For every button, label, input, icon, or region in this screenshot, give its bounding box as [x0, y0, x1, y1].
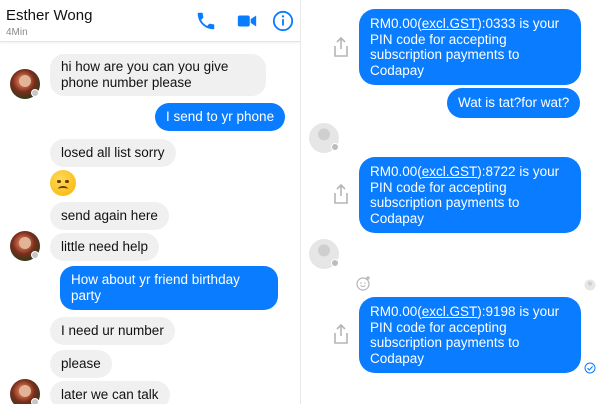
gst-link[interactable]: excl.GST — [422, 16, 478, 31]
amount-text: RM0.00( — [370, 164, 422, 179]
avatar-status-dot — [31, 89, 39, 97]
contact-name[interactable]: Esther Wong — [6, 7, 92, 24]
delivered-check-icon — [584, 362, 596, 374]
message-incoming: hi how are you can you give phone number… — [50, 54, 266, 96]
share-icon[interactable] — [331, 183, 351, 205]
phone-icon[interactable] — [195, 10, 217, 32]
message-incoming: losed all list sorry — [50, 139, 176, 167]
avatar-status-dot — [31, 398, 39, 404]
gst-link[interactable]: excl.GST — [422, 164, 478, 179]
sad-face-emoji — [50, 170, 76, 196]
message-outgoing-pin: RM0.00(excl.GST):8722 is your PIN code f… — [359, 157, 581, 233]
avatar-status-dot — [331, 259, 339, 267]
amount-text: RM0.00( — [370, 304, 422, 319]
message-outgoing-pin: RM0.00(excl.GST):0333 is your PIN code f… — [359, 9, 581, 85]
emoji-eye — [57, 180, 61, 183]
message-incoming: later we can talk — [50, 381, 170, 404]
message-outgoing: How about yr friend birthday party — [60, 266, 278, 310]
avatar-status-dot — [31, 251, 39, 259]
pin-code: ):0333 — [477, 16, 516, 31]
seen-avatar-icon — [584, 279, 596, 291]
message-outgoing-pin: RM0.00(excl.GST):9198 is your PIN code f… — [359, 297, 581, 373]
last-active-status: 4Min — [6, 27, 28, 38]
message-incoming: please — [50, 350, 112, 378]
amount-text: RM0.00( — [370, 16, 422, 31]
message-outgoing: I send to yr phone — [155, 103, 286, 131]
conversation-pane-left: Esther Wong 4Min hi how are you can you … — [0, 0, 300, 404]
message-incoming: I need ur number — [50, 317, 175, 345]
share-icon[interactable] — [331, 323, 351, 345]
pin-code: ):8722 — [477, 164, 516, 179]
info-icon[interactable] — [272, 10, 294, 32]
conversation-pane-right: RM0.00(excl.GST):0333 is your PIN code f… — [301, 0, 600, 404]
gst-link[interactable]: excl.GST — [422, 304, 478, 319]
video-camera-icon[interactable] — [236, 10, 258, 32]
emoji-mouth — [58, 186, 68, 192]
pin-code: ):9198 — [477, 304, 516, 319]
message-outgoing: Wat is tat?for wat? — [447, 88, 581, 118]
message-incoming: little need help — [50, 233, 160, 261]
share-icon[interactable] — [331, 36, 351, 58]
add-reaction-icon[interactable] — [356, 275, 372, 291]
conversation-header: Esther Wong 4Min — [0, 0, 300, 42]
message-incoming: send again here — [50, 202, 169, 230]
avatar-status-dot — [331, 143, 339, 151]
emoji-eye — [65, 180, 69, 183]
